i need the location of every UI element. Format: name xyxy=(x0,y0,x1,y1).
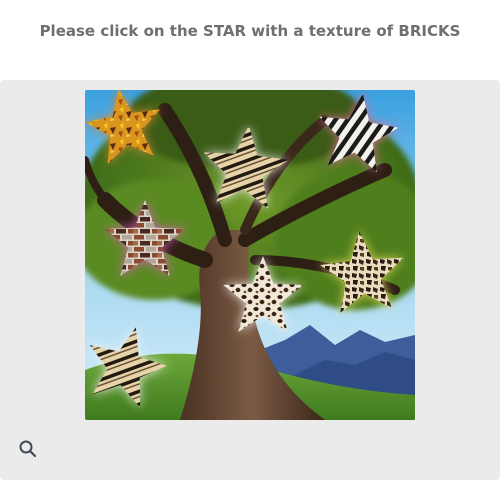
challenge-panel xyxy=(0,80,500,480)
search-button[interactable] xyxy=(16,437,40,461)
challenge-image[interactable] xyxy=(85,90,415,420)
magnifier-icon xyxy=(19,440,37,458)
challenge-prompt: Please click on the STAR with a texture … xyxy=(39,22,461,40)
